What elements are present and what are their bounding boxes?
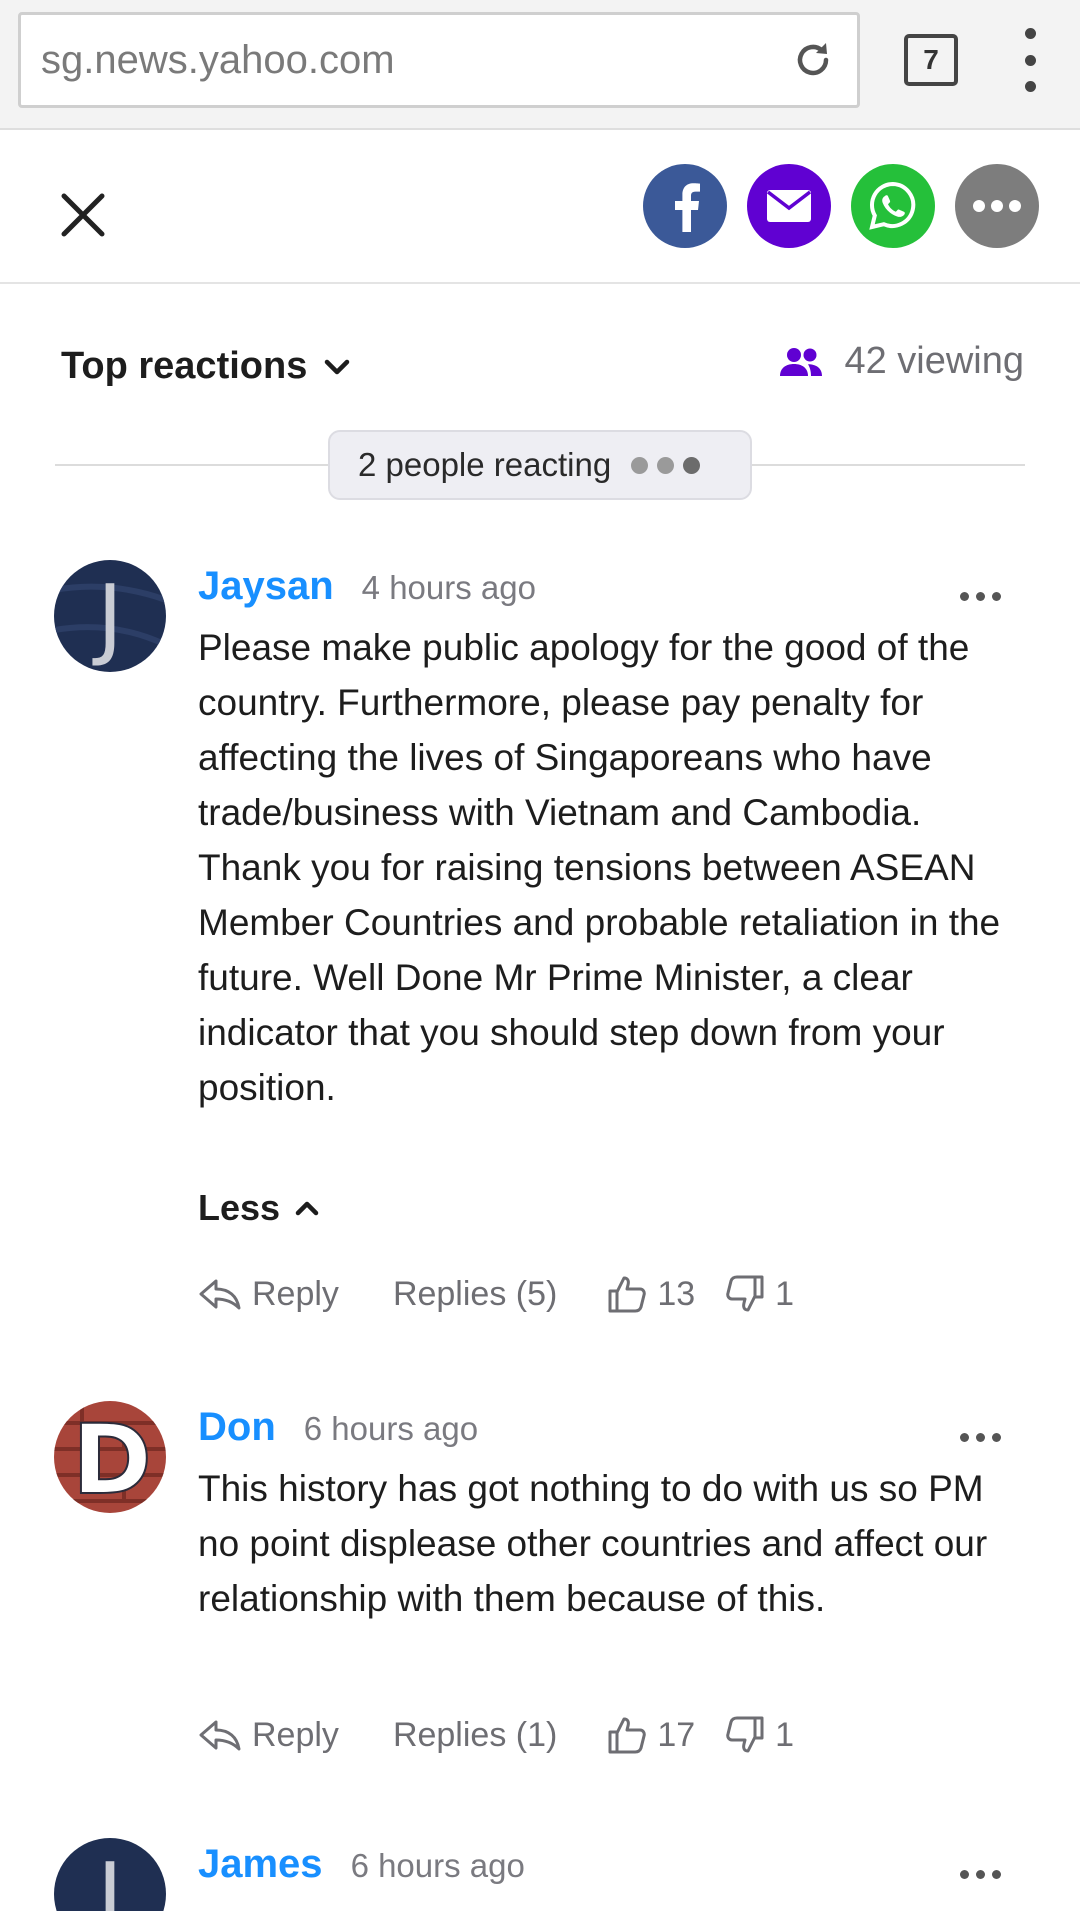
comment-more-icon[interactable] [960,1870,1008,1879]
thumbs-down-icon [726,1716,764,1753]
like-count: 17 [657,1715,696,1754]
comment-text: Please make public apology for the good … [198,627,1001,1108]
tab-switcher-button[interactable]: 7 [904,34,958,86]
avatar[interactable]: D [54,1401,166,1513]
svg-text:J: J [92,1844,123,1911]
timestamp: 6 hours ago [350,1847,525,1884]
dislike-button[interactable]: 1 [725,1715,794,1755]
typing-dots-icon [631,456,709,474]
reply-icon [199,1720,241,1751]
reload-icon[interactable] [783,30,843,90]
people-icon [780,347,823,376]
more-icon [973,200,1021,212]
sort-dropdown[interactable]: Top reactions [61,345,357,388]
url-text[interactable]: sg.news.yahoo.com [41,38,783,83]
sort-label: Top reactions [61,345,308,387]
more-share-button[interactable] [955,164,1039,248]
replies-button[interactable]: Replies (5) [393,1275,557,1314]
thumbs-up-icon [608,1276,647,1313]
reply-button[interactable]: Reply [198,1275,339,1314]
thumbs-down-icon [726,1275,764,1312]
author-name[interactable]: Jaysan [198,564,334,609]
mail-share-button[interactable] [747,164,831,248]
chevron-down-icon [325,359,350,374]
author-name[interactable]: James [198,1842,323,1887]
browser-toolbar: sg.news.yahoo.com 7 [0,0,1080,130]
dislike-count: 1 [775,1274,795,1313]
comment-more-icon[interactable] [960,592,1008,601]
whatsapp-share-button[interactable] [851,164,935,248]
svg-text:D: D [72,1404,152,1513]
mail-icon [766,190,812,222]
close-icon[interactable] [56,188,110,242]
reply-label: Reply [252,1274,339,1313]
chevron-up-icon [295,1201,319,1216]
browser-menu-icon[interactable] [1010,28,1050,92]
author-name[interactable]: Don [198,1405,276,1450]
share-header [0,132,1080,284]
timestamp: 6 hours ago [303,1410,479,1447]
avatar[interactable]: J [54,560,166,672]
address-bar[interactable]: sg.news.yahoo.com [18,12,860,108]
comment-text: This history has got nothing to do with … [198,1468,988,1619]
dislike-button[interactable]: 1 [725,1274,794,1314]
like-button[interactable]: 17 [607,1715,695,1755]
reply-icon [199,1279,241,1310]
facebook-icon [675,183,700,232]
reacting-indicator: 2 people reacting [328,430,752,500]
viewing-text: 42 viewing [844,340,1024,382]
reply-label: Reply [252,1715,339,1754]
avatar[interactable]: J [54,1838,166,1911]
facebook-share-button[interactable] [643,164,727,248]
replies-button[interactable]: Replies (1) [393,1716,557,1755]
comment-more-icon[interactable] [960,1433,1008,1442]
viewing-count: 42 viewing [778,340,1024,383]
svg-text:J: J [92,566,123,669]
thumbs-up-icon [608,1717,647,1754]
reacting-text: 2 people reacting [358,446,612,483]
reply-button[interactable]: Reply [198,1716,339,1755]
timestamp: 4 hours ago [361,569,536,606]
whatsapp-icon [869,181,916,230]
less-label: Less [198,1187,281,1228]
less-toggle[interactable]: Less [198,1187,322,1229]
like-button[interactable]: 13 [607,1274,695,1314]
like-count: 13 [657,1274,696,1313]
dislike-count: 1 [775,1715,795,1754]
